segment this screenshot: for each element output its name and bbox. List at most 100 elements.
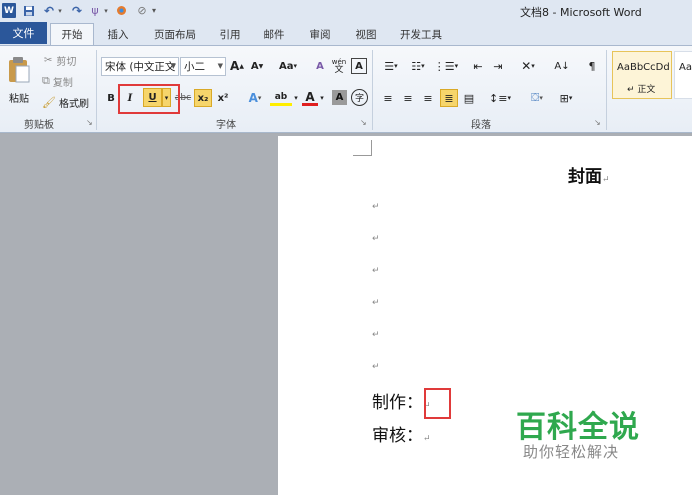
group-separator [372,50,373,130]
clipboard-launcher-icon[interactable]: ↘ [86,118,93,127]
document-title[interactable]: 封面↵ [568,162,610,187]
undo-icon[interactable]: ↶ [42,3,56,18]
increase-indent-button[interactable]: ⇥ [490,58,506,74]
enclose-characters-button[interactable]: 字 [351,89,368,106]
text-effects-button[interactable]: A ▾ [244,90,266,106]
phonetic-guide-button[interactable]: wén 文 [330,56,348,76]
tab-home[interactable]: 开始 [50,23,94,45]
decrease-indent-button[interactable]: ⇤ [470,58,486,74]
ribbon-tabs: 文件 开始 插入 页面布局 引用 邮件 审阅 视图 开发工具 [0,21,692,45]
superscript-button[interactable]: x² [215,90,231,106]
tab-review[interactable]: 审阅 [302,23,338,45]
multilevel-list-button[interactable]: ⋮☰ ▾ [433,58,459,74]
paragraph-mark-icon: ¶ [588,59,596,73]
style-no-spacing-preview: Aa [679,62,692,73]
font-color-button[interactable]: A [302,90,318,106]
align-center-button[interactable]: ≡ [400,90,416,106]
chinese-layout-button[interactable]: ✕ ▾ [516,58,540,74]
empty-paragraph[interactable]: ↵ [372,266,380,276]
line-spacing-button[interactable]: ↕≡ ▾ [488,90,512,106]
scissors-icon: ✂ [44,54,53,66]
watermark-title: 百科全说 [516,410,640,445]
tab-developer[interactable]: 开发工具 [392,23,450,45]
reviewed-by-line[interactable]: 审核：↵ [372,421,431,446]
format-painter-qat-icon[interactable]: ψ [88,3,102,18]
font-launcher-icon[interactable]: ↘ [360,118,367,127]
paragraph-mark: ↵ [602,175,610,185]
customize-qat-icon[interactable]: ▾ [150,3,158,18]
format-painter-label: 格式刷 [58,98,89,110]
text-effects-label: A [248,91,258,105]
font-name-combo[interactable]: 宋体 (中文正文 ▼ [101,57,179,76]
character-border-button[interactable]: A [351,58,367,74]
numbering-button[interactable]: ☷ ▾ [406,58,430,74]
style-normal-label: ↵ 正文 [627,85,656,95]
empty-paragraph[interactable]: ↵ [372,202,380,212]
window-title: 文档8 - Microsoft Word [520,6,642,19]
tab-page-layout[interactable]: 页面布局 [146,23,204,45]
chevron-down-icon: ▾ [294,94,298,102]
style-normal[interactable]: AaBbCcDd ↵ 正文 [612,51,672,99]
made-by-line[interactable]: 制作：↵ [372,388,431,413]
paste-button[interactable]: 粘贴 [4,50,34,110]
shading-button[interactable]: ⛋ ▾ [524,90,550,106]
empty-paragraph[interactable]: ↵ [372,298,380,308]
copy-button[interactable]: ⧉ 复制 [42,73,73,89]
format-painter-button[interactable]: 🖌 格式刷 [42,94,89,110]
chevron-down-icon: ▾ [293,62,297,70]
tab-view[interactable]: 视图 [348,23,384,45]
distributed-button[interactable]: ▤ [461,90,477,106]
tab-file[interactable]: 文件 [0,22,47,44]
font-size-combo[interactable]: 小二 ▼ [180,57,226,76]
brush-icon: 🖌 [42,95,56,109]
style-no-spacing[interactable]: Aa [674,51,692,99]
align-right-button[interactable]: ≡ [420,90,436,106]
tab-references[interactable]: 引用 [212,23,248,45]
change-case-button[interactable]: Aa ▾ [276,58,300,74]
subscript-label: x₂ [197,92,209,104]
qat-dropdown-icon[interactable]: ▾ [102,3,110,18]
align-left-button[interactable]: ≡ [380,90,396,106]
subscript-button[interactable]: x₂ [194,89,212,107]
color-circle-icon[interactable] [114,3,128,18]
bullets-button[interactable]: ☰ ▾ [379,58,403,74]
bold-button[interactable]: B [104,90,118,106]
paragraph-launcher-icon[interactable]: ↘ [594,118,601,127]
chevron-down-icon: ▾ [507,94,511,102]
empty-paragraph[interactable]: ↵ [372,234,380,244]
down-arrow-icon: ▼ [258,62,264,70]
show-marks-button[interactable]: ¶ [584,58,600,74]
justify-button[interactable]: ≣ [440,89,458,107]
style-normal-preview: AaBbCcDd [617,62,670,73]
save-icon[interactable] [22,3,36,18]
grow-font-button[interactable]: A ▲ [230,58,244,74]
chevron-down-icon: ▾ [539,94,543,102]
shrink-font-button[interactable]: A ▼ [250,58,264,74]
sort-button[interactable]: A↓ [552,58,572,74]
undo-dropdown-icon[interactable]: ▾ [56,3,64,18]
tab-insert[interactable]: 插入 [98,23,138,45]
empty-paragraph[interactable]: ↵ [372,362,380,372]
decrease-indent-icon: ⇤ [473,59,483,73]
font-color-dropdown-button[interactable]: ▾ [318,90,326,106]
chevron-down-icon: ▾ [257,94,262,102]
underline-highlight-box [118,84,180,114]
clear-formatting-button[interactable]: A [312,58,328,74]
ribbon: 粘贴 ✂ 剪切 ⧉ 复制 🖌 格式刷 剪贴板 ↘ 宋体 (中文正文 ▼ 小二 ▼ A ▲… [0,45,692,133]
chevron-down-icon: ▾ [320,94,324,102]
made-by-label: 制作： [372,393,423,413]
word-icon[interactable]: W [2,3,16,18]
borders-button[interactable]: ⊞ ▾ [554,90,578,106]
draw-table-icon[interactable]: ⊘ [134,3,150,18]
tab-mailings[interactable]: 邮件 [256,23,292,45]
highlight-button[interactable]: ab [270,90,292,106]
highlight-dropdown-button[interactable]: ▾ [292,90,300,106]
cut-button[interactable]: ✂ 剪切 [44,52,76,68]
empty-paragraph[interactable]: ↵ [372,330,380,340]
justify-icon: ≣ [444,91,454,105]
watermark-subtitle: 助你轻松解决 [523,443,620,461]
redo-icon[interactable]: ↷ [70,3,84,18]
character-shading-button[interactable]: A [332,90,347,105]
word-window: W ↶ ▾ ↷ ψ ▾ ⊘ ▾ 文档8 - Microsoft Word 文件 … [0,0,692,495]
align-left-icon: ≡ [383,91,393,105]
